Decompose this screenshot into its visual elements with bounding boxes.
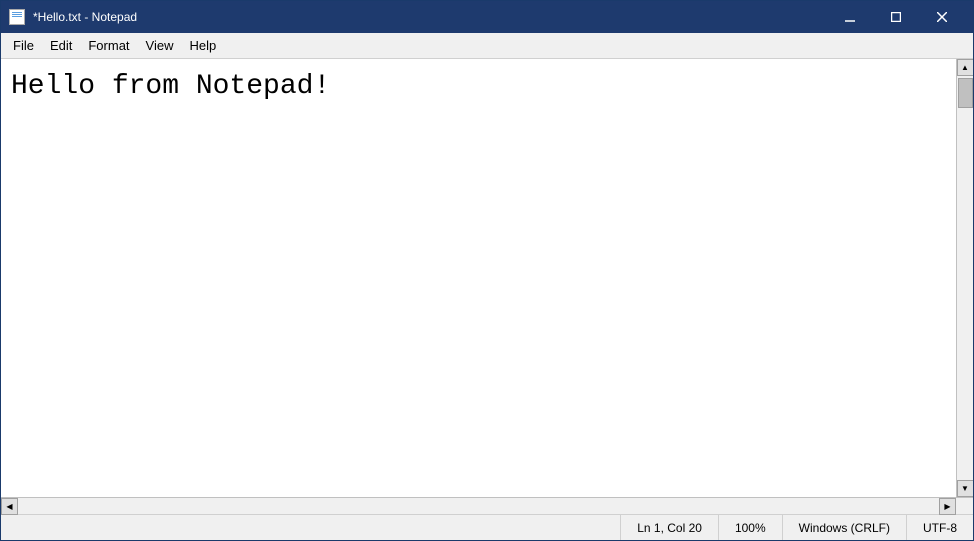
menu-file[interactable]: File	[5, 35, 42, 57]
scroll-right-button[interactable]: ▶	[939, 498, 956, 515]
zoom-level: 100%	[718, 515, 782, 540]
editor-area	[1, 59, 973, 497]
menu-edit[interactable]: Edit	[42, 35, 80, 57]
scroll-down-button[interactable]: ▼	[957, 480, 974, 497]
notepad-app-icon	[9, 9, 25, 25]
notepad-window: *Hello.txt - Notepad File Edit Format Vi…	[0, 0, 974, 541]
menu-view[interactable]: View	[138, 35, 182, 57]
menu-format[interactable]: Format	[80, 35, 137, 57]
menu-bar: File Edit Format View Help	[1, 33, 973, 59]
scroll-up-button[interactable]: ▲	[957, 59, 974, 76]
minimize-button[interactable]	[827, 1, 873, 33]
window-title: *Hello.txt - Notepad	[33, 10, 137, 24]
encoding: UTF-8	[906, 515, 973, 540]
bottom-area: ◀ ▶ Ln 1, Col 20 100% Windows (CRLF) UTF…	[1, 497, 973, 540]
title-bar-left: *Hello.txt - Notepad	[9, 9, 137, 25]
menu-help[interactable]: Help	[181, 35, 224, 57]
horizontal-scrollbar[interactable]: ◀ ▶	[1, 497, 973, 514]
scroll-left-button[interactable]: ◀	[1, 498, 18, 515]
title-bar-controls	[827, 1, 965, 33]
line-ending: Windows (CRLF)	[782, 515, 906, 540]
text-editor[interactable]	[1, 59, 973, 497]
vertical-scrollbar[interactable]: ▲ ▼	[956, 59, 973, 497]
cursor-position: Ln 1, Col 20	[620, 515, 718, 540]
maximize-button[interactable]	[873, 1, 919, 33]
close-button[interactable]	[919, 1, 965, 33]
title-bar: *Hello.txt - Notepad	[1, 1, 973, 33]
scroll-thumb-vertical[interactable]	[958, 78, 973, 108]
status-bar: Ln 1, Col 20 100% Windows (CRLF) UTF-8	[1, 514, 973, 540]
